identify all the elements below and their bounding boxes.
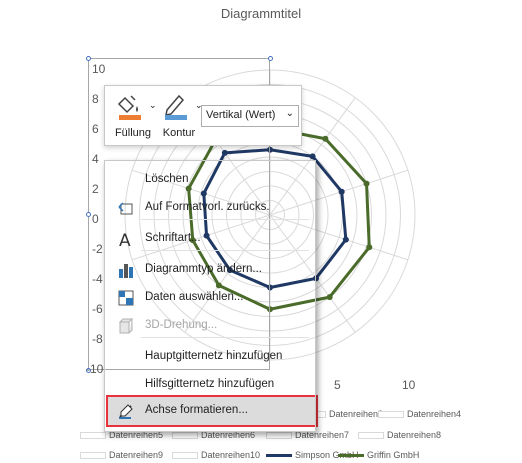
outline-pen-icon [165,94,187,120]
font-icon: A [117,230,135,251]
legend-label: Griffin GmbH [367,450,420,460]
select-data-icon [117,289,135,307]
y-tick-label: -10 [86,362,104,376]
menu-item-label: Hilfsgitternetz hinzufügen [145,378,275,390]
selection-handle-top-left[interactable] [86,56,91,61]
menu-item-label: Diagrammtyp ändern... [145,263,262,275]
legend-label: Datenreihen8 [387,430,442,440]
context-menu-list: Löschen Auf Formatvorl. zurücks. A Schrifta… [104,160,316,432]
legend-label: Datenreihen3 [329,409,384,419]
menu-item-auf-formatvorl-zurücks[interactable]: Auf Formatvorl. zurücks. [105,194,315,222]
menu-item-label: 3D-Drehung... [145,319,218,331]
legend-entry[interactable]: Datenreihen9 [80,450,163,460]
menu-item-hilfsgitternetz-hinzufügen[interactable]: Hilfsgitternetz hinzufügen [105,371,315,399]
fill-dropdown-arrow[interactable]: ⌄ [149,100,157,111]
menu-item-löschen[interactable]: Löschen [105,166,315,194]
legend-swatch [266,432,292,440]
data-point[interactable] [322,135,329,142]
legend-line-marker [266,454,292,458]
data-point[interactable] [338,188,345,195]
outline-button[interactable]: ⌄ Kontur [157,90,203,142]
menu-item-label: Schriftart... [145,232,201,244]
menu-item-label: Achse formatieren... [145,404,248,416]
data-point[interactable] [363,180,370,187]
y-tick-label: 2 [92,182,99,196]
y-tick-label: -8 [92,332,103,346]
legend-entry[interactable]: Datenreihen8 [358,430,441,440]
svg-text:A: A [119,231,131,248]
menu-item-label: Daten auswählen... [145,291,244,303]
menu-item-label: Löschen [145,173,189,185]
chevron-down-icon: ⌄ [285,108,294,119]
y-tick-label: -2 [92,242,103,256]
legend-swatch [172,432,198,440]
y-tick-label: -4 [92,272,103,286]
fill-label: Füllung [114,127,152,139]
fill-button[interactable]: ⌄ Füllung [111,90,157,142]
legend-label: Datenreihen4 [407,409,462,419]
data-point[interactable] [326,294,333,301]
x-tick-label: 5 [334,378,341,392]
legend-swatch [172,452,198,460]
rotation-3d-icon [117,317,135,335]
chart-type-icon [117,261,135,279]
legend-entry[interactable]: Datenreihen10 [172,450,260,460]
legend-entry[interactable]: Datenreihen4 [378,409,461,419]
selection-handle-top-right[interactable] [268,56,273,61]
menu-item-daten-auswählen[interactable]: Daten auswählen... [105,284,315,312]
menu-item-label: Hauptgitternetz hinzufügen [145,350,283,362]
legend-swatch [358,432,384,440]
legend-swatch [378,411,404,419]
menu-item-label: Auf Formatvorl. zurücks. [145,201,270,213]
y-tick-label: 4 [92,152,99,166]
x-tick-label: 10 [402,378,416,392]
y-tick-label: -6 [92,302,103,316]
legend-label: Datenreihen9 [109,450,164,460]
selection-handle-left-mid[interactable] [86,212,91,217]
fill-bucket-icon [117,95,141,120]
legend-line-marker [338,454,364,458]
legend-swatch [80,452,106,460]
y-tick-label: 8 [92,92,99,106]
legend-swatch [80,432,106,440]
menu-item-schriftart[interactable]: A Schriftart... [105,225,315,253]
format-axis-icon [117,402,135,420]
outline-label: Kontur [162,127,196,139]
menu-item-achse-formatieren[interactable]: Achse formatieren... [105,397,315,425]
data-point[interactable] [309,153,316,160]
y-tick-label: 0 [92,212,99,226]
chart-element-select-value: Vertikal (Wert) [206,109,276,121]
data-point[interactable] [366,244,373,251]
mini-toolbar: ⌄ Füllung ⌄ Kontur Vertikal (Wert) ⌄ [104,85,302,146]
legend-label: Datenreihen10 [201,450,261,460]
chart-element-select[interactable]: Vertikal (Wert) ⌄ [201,105,299,127]
y-tick-label: 6 [92,122,99,136]
menu-item-diagrammtyp-ändern[interactable]: Diagrammtyp ändern... [105,256,315,284]
menu-item-3d-drehung[interactable]: 3D-Drehung... [105,312,315,340]
reset-style-icon [117,199,135,217]
menu-item-hauptgitternetz-hinzufügen[interactable]: Hauptgitternetz hinzufügen [105,343,315,371]
data-point[interactable] [342,236,349,243]
y-tick-label: 10 [92,62,106,76]
legend-entry[interactable]: Griffin GmbH [338,450,419,460]
